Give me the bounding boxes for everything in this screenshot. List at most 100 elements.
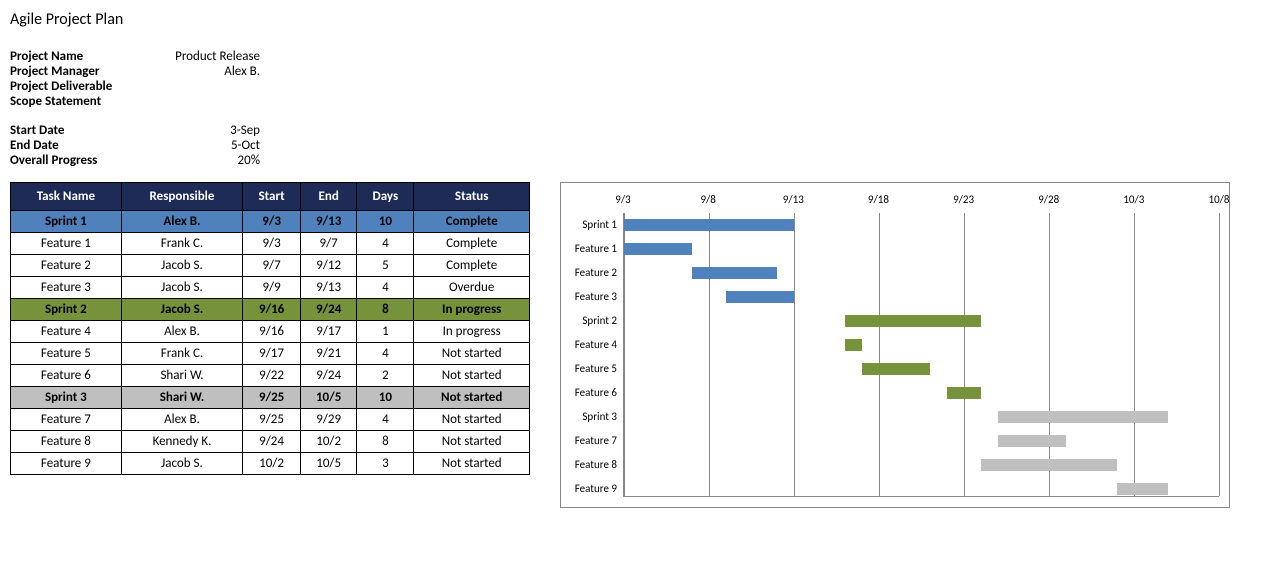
cell-days: 8 <box>357 299 414 321</box>
gantt-axis-label: 9/23 <box>953 193 974 206</box>
gantt-axis-label: 10/8 <box>1209 193 1230 206</box>
table-header-row: Task Name Responsible Start End Days Sta… <box>11 183 530 211</box>
cell-start: 9/25 <box>243 409 301 431</box>
col-status: Status <box>414 183 530 211</box>
gantt-row-label: Feature 8 <box>561 453 621 477</box>
gantt-row-label: Feature 2 <box>561 261 621 285</box>
cell-task: Feature 9 <box>11 453 122 475</box>
table-row: Feature 3Jacob S.9/99/134Overdue <box>11 277 530 299</box>
cell-responsible: Jacob S. <box>121 453 243 475</box>
cell-status: Complete <box>414 211 530 233</box>
page-title: Agile Project Plan <box>10 10 1253 29</box>
cell-status: Complete <box>414 255 530 277</box>
cell-task: Feature 6 <box>11 365 122 387</box>
table-row: Sprint 3Shari W.9/2510/510Not started <box>11 387 530 409</box>
cell-task: Feature 4 <box>11 321 122 343</box>
gantt-row-label: Feature 4 <box>561 333 621 357</box>
cell-end: 9/7 <box>300 233 356 255</box>
gantt-gridline <box>879 213 880 496</box>
cell-status: Not started <box>414 387 530 409</box>
cell-task: Feature 7 <box>11 409 122 431</box>
meta-label-overall-progress: Overall Progress <box>10 153 150 168</box>
gantt-bar <box>862 363 930 375</box>
col-responsible: Responsible <box>121 183 243 211</box>
table-row: Feature 4Alex B.9/169/171In progress <box>11 321 530 343</box>
cell-status: In progress <box>414 299 530 321</box>
cell-start: 9/3 <box>243 233 301 255</box>
gantt-row-label: Feature 1 <box>561 237 621 261</box>
cell-task: Sprint 1 <box>11 211 122 233</box>
cell-task: Feature 8 <box>11 431 122 453</box>
cell-start: 9/25 <box>243 387 301 409</box>
cell-task: Feature 5 <box>11 343 122 365</box>
table-row: Feature 9Jacob S.10/210/53Not started <box>11 453 530 475</box>
gantt-gridline <box>1049 213 1050 496</box>
cell-status: Complete <box>414 233 530 255</box>
cell-responsible: Kennedy K. <box>121 431 243 453</box>
cell-days: 3 <box>357 453 414 475</box>
gantt-bar <box>981 459 1117 471</box>
col-end: End <box>300 183 356 211</box>
gantt-row-label: Sprint 3 <box>561 405 621 429</box>
meta-value-scope-statement <box>150 94 260 109</box>
cell-task: Feature 1 <box>11 233 122 255</box>
cell-days: 4 <box>357 277 414 299</box>
col-task: Task Name <box>11 183 122 211</box>
cell-end: 9/24 <box>300 365 356 387</box>
gantt-bar <box>692 267 777 279</box>
cell-status: In progress <box>414 321 530 343</box>
cell-days: 8 <box>357 431 414 453</box>
cell-end: 9/17 <box>300 321 356 343</box>
gantt-axis-label: 9/13 <box>783 193 804 206</box>
cell-end: 9/21 <box>300 343 356 365</box>
table-row: Feature 5Frank C.9/179/214Not started <box>11 343 530 365</box>
cell-days: 4 <box>357 233 414 255</box>
cell-end: 10/5 <box>300 453 356 475</box>
meta-value-project-manager: Alex B. <box>150 64 260 79</box>
cell-task: Sprint 3 <box>11 387 122 409</box>
cell-responsible: Alex B. <box>121 211 243 233</box>
gantt-bar <box>726 291 794 303</box>
table-row: Feature 2Jacob S.9/79/125Complete <box>11 255 530 277</box>
cell-responsible: Frank C. <box>121 233 243 255</box>
cell-responsible: Alex B. <box>121 321 243 343</box>
cell-end: 9/29 <box>300 409 356 431</box>
table-row: Feature 7Alex B.9/259/294Not started <box>11 409 530 431</box>
cell-end: 10/2 <box>300 431 356 453</box>
cell-responsible: Jacob S. <box>121 299 243 321</box>
gantt-bar <box>947 387 981 399</box>
cell-days: 4 <box>357 343 414 365</box>
cell-end: 9/24 <box>300 299 356 321</box>
gantt-row-label: Sprint 2 <box>561 309 621 333</box>
task-table: Task Name Responsible Start End Days Sta… <box>10 182 530 475</box>
table-row: Feature 1Frank C.9/39/74Complete <box>11 233 530 255</box>
meta-value-project-name: Product Release <box>150 49 260 64</box>
cell-start: 9/16 <box>243 299 301 321</box>
cell-status: Not started <box>414 409 530 431</box>
cell-responsible: Jacob S. <box>121 277 243 299</box>
cell-status: Overdue <box>414 277 530 299</box>
gantt-bar <box>845 315 981 327</box>
cell-start: 9/24 <box>243 431 301 453</box>
cell-responsible: Frank C. <box>121 343 243 365</box>
cell-task: Feature 3 <box>11 277 122 299</box>
cell-status: Not started <box>414 453 530 475</box>
cell-start: 9/3 <box>243 211 301 233</box>
gantt-row-label: Sprint 1 <box>561 213 621 237</box>
meta-label-start-date: Start Date <box>10 123 150 138</box>
gantt-axis-label: 9/3 <box>615 193 630 206</box>
gantt-axis-label: 9/8 <box>700 193 715 206</box>
cell-start: 9/7 <box>243 255 301 277</box>
cell-end: 9/13 <box>300 277 356 299</box>
cell-status: Not started <box>414 431 530 453</box>
cell-status: Not started <box>414 343 530 365</box>
col-start: Start <box>243 183 301 211</box>
cell-start: 10/2 <box>243 453 301 475</box>
project-dates: Start Date3-Sep End Date5-Oct Overall Pr… <box>10 123 1253 168</box>
gantt-bar <box>1117 483 1168 495</box>
meta-value-end-date: 5-Oct <box>150 138 260 153</box>
gantt-axis-label: 9/28 <box>1038 193 1059 206</box>
table-row: Feature 6Shari W.9/229/242Not started <box>11 365 530 387</box>
meta-value-overall-progress: 20% <box>150 153 260 168</box>
cell-task: Feature 2 <box>11 255 122 277</box>
